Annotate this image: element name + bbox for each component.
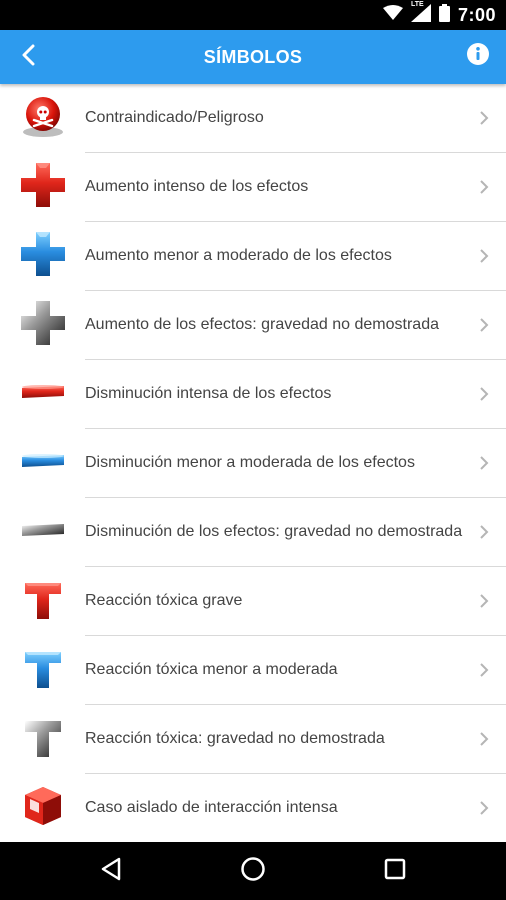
list-item-label: Reacción tóxica grave — [85, 592, 243, 609]
chevron-right-icon — [474, 384, 494, 404]
list-item-label: Aumento intenso de los efectos — [85, 178, 309, 195]
cube-red-icon — [21, 783, 65, 834]
nav-home-button[interactable] — [238, 856, 268, 886]
chevron-right-icon — [474, 660, 494, 680]
chevron-right-icon — [474, 729, 494, 749]
list-item[interactable]: Disminución intensa de los efectos — [0, 360, 506, 429]
t-gray-icon — [21, 715, 65, 764]
minus-gray-icon — [18, 520, 68, 545]
list-item[interactable]: Aumento menor a moderado de los efectos — [0, 222, 506, 291]
list-item[interactable]: Reacción tóxica grave — [0, 567, 506, 636]
list-item-label: Reacción tóxica: gravedad no demostrada — [85, 730, 385, 747]
wifi-icon — [382, 4, 403, 26]
list-item-label: Caso aislado de interacción intensa — [85, 799, 338, 816]
list-item-label: Reacción tóxica menor a moderada — [85, 661, 338, 678]
chevron-right-icon — [474, 246, 494, 266]
plus-red-icon — [18, 160, 68, 215]
chevron-left-icon — [21, 44, 37, 71]
cell-signal-icon: LTE — [410, 0, 431, 27]
status-icons: LTE 7:00 — [382, 0, 496, 27]
back-triangle-icon — [100, 857, 122, 886]
back-button[interactable] — [14, 42, 44, 72]
list-item[interactable]: Contraindicado/Peligroso — [0, 84, 506, 153]
t-blue-icon — [21, 646, 65, 695]
recents-square-icon — [384, 858, 406, 885]
plus-gray-icon — [18, 298, 68, 353]
chevron-right-icon — [474, 108, 494, 128]
status-time: 7:00 — [457, 4, 496, 25]
page-title: SÍMBOLOS — [203, 47, 303, 67]
chevron-right-icon — [474, 177, 494, 197]
list-item-label: Aumento menor a moderado de los efectos — [85, 247, 392, 264]
battery-icon — [438, 3, 450, 27]
chevron-right-icon — [474, 522, 494, 542]
chevron-right-icon — [474, 453, 494, 473]
minus-red-icon — [18, 382, 68, 407]
info-icon — [467, 42, 489, 70]
list-item[interactable]: Reacción tóxica: gravedad no demostrada — [0, 705, 506, 774]
info-button[interactable] — [466, 42, 490, 70]
app-bar: SÍMBOLOS — [0, 30, 506, 84]
skull-warning-icon — [19, 94, 67, 143]
list-item[interactable]: Aumento de los efectos: gravedad no demo… — [0, 291, 506, 360]
list-item[interactable]: Disminución de los efectos: gravedad no … — [0, 498, 506, 567]
list-item-label: Disminución de los efectos: gravedad no … — [85, 523, 463, 540]
chevron-right-icon — [474, 591, 494, 611]
nav-back-button[interactable] — [96, 856, 126, 886]
list-item-label: Disminución menor a moderada de los efec… — [85, 454, 415, 471]
chevron-right-icon — [474, 315, 494, 335]
network-label: LTE — [410, 0, 424, 8]
list-item-label: Aumento de los efectos: gravedad no demo… — [85, 316, 439, 333]
list-item-label: Disminución intensa de los efectos — [85, 385, 332, 402]
system-nav-bar — [0, 842, 506, 900]
list-item[interactable]: Reacción tóxica menor a moderada — [0, 636, 506, 705]
list-item-label: Contraindicado/Peligroso — [85, 109, 264, 126]
list-item[interactable]: Caso aislado de interacción intensa — [0, 774, 506, 842]
nav-recents-button[interactable] — [380, 856, 410, 886]
symbols-list: Contraindicado/Peligroso Aumento intenso… — [0, 84, 506, 842]
plus-blue-icon — [18, 229, 68, 284]
chevron-right-icon — [474, 798, 494, 818]
status-bar: LTE 7:00 — [0, 0, 506, 30]
home-circle-icon — [240, 856, 266, 887]
list-item[interactable]: Disminución menor a moderada de los efec… — [0, 429, 506, 498]
list-item[interactable]: Aumento intenso de los efectos — [0, 153, 506, 222]
t-red-icon — [21, 577, 65, 626]
minus-blue-icon — [18, 451, 68, 476]
